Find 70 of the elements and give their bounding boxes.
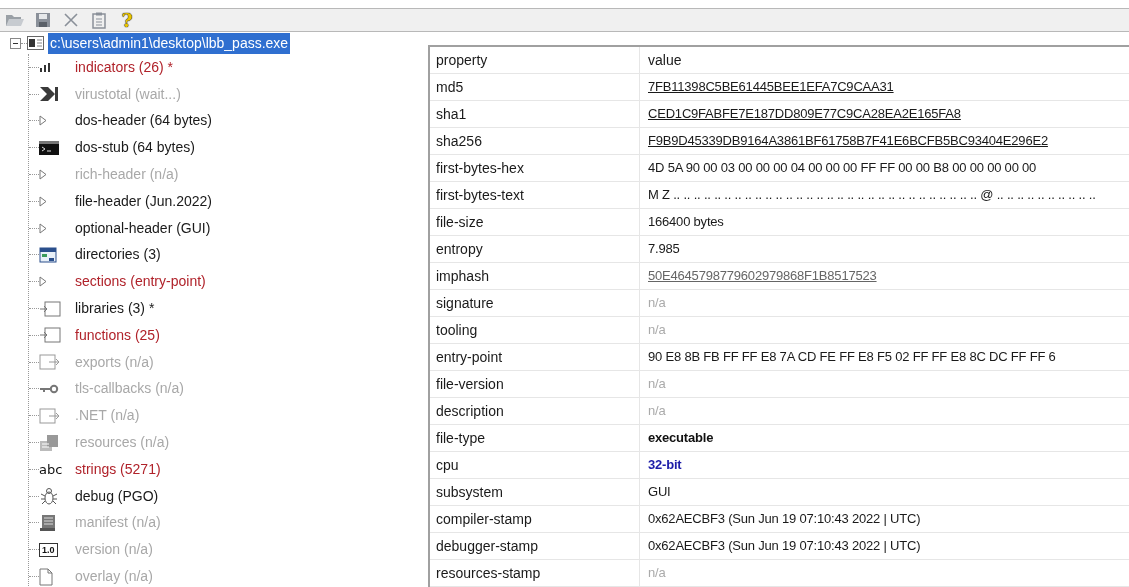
- property-cell: sha256: [430, 128, 640, 154]
- value-cell-text: 166400 bytes: [647, 213, 724, 232]
- tree-item[interactable]: dos-stub (64 bytes): [73, 137, 197, 159]
- property-cell: cpu: [430, 452, 640, 478]
- library-icon: [39, 327, 61, 344]
- tree-root-item[interactable]: c:\users\admin1\desktop\lbb_pass.exe: [48, 32, 291, 54]
- property-cell: signature: [430, 290, 640, 316]
- property-cell: debugger-stamp: [430, 533, 640, 559]
- window-icon: [27, 36, 44, 50]
- value-cell-text: 32-bit: [647, 456, 682, 475]
- triangle-icon: [39, 115, 47, 127]
- column-header[interactable]: value: [640, 49, 682, 71]
- property-cell: first-bytes-hex: [430, 155, 640, 181]
- tree-item[interactable]: directories (3): [73, 244, 163, 266]
- bug-icon: [39, 487, 59, 506]
- value-cell-text: F9B9D45339DB9164A3861BF61758B7F41E6BCFB5BC93404E296E2: [647, 132, 1048, 151]
- tree-item[interactable]: indicators (26) *: [73, 56, 176, 78]
- tree-item[interactable]: functions (25): [73, 324, 162, 346]
- property-cell: first-bytes-text: [430, 182, 640, 208]
- value-cell-text: 50E4645798779602979868F1B8517523: [647, 267, 877, 286]
- triangle-icon: [39, 169, 47, 181]
- triangle-icon: [39, 195, 47, 207]
- value-cell-text: n/a: [647, 375, 666, 394]
- column-header[interactable]: property: [430, 47, 640, 73]
- library-icon: [39, 300, 61, 317]
- value-cell-text: executable: [647, 429, 714, 448]
- property-cell: description: [430, 398, 640, 424]
- triangle-icon: [39, 276, 47, 288]
- property-cell: sha1: [430, 101, 640, 127]
- value-cell-text: n/a: [647, 294, 666, 313]
- value-cell-text: 0x62AECBF3 (Sun Jun 19 07:10:43 2022 | UTC): [647, 537, 921, 556]
- value-cell-text: 4D 5A 90 00 03 00 00 00 04 00 00 00 FF FF 00 00 B8 00 00 00 00 00: [647, 159, 1037, 178]
- collapse-toggle-icon[interactable]: [10, 37, 21, 49]
- value-cell-text: n/a: [647, 321, 666, 340]
- property-cell: imphash: [430, 263, 640, 289]
- property-cell: entropy: [430, 236, 640, 262]
- value-cell-text: GUI: [647, 483, 671, 502]
- abc-icon: abc: [39, 462, 63, 476]
- version-icon: 1.0: [39, 542, 58, 557]
- value-cell-text: M Z .. .. .. .. .. .. .. .. .. .. .. .. .. .. .. .. .. .. .. .. .. .. .. .. .. .. .. .. .. .. @ .. .. .. .. .. .. .. .. .. ..: [647, 186, 1096, 205]
- bar-chart-icon: [39, 62, 53, 73]
- property-cell: md5: [430, 74, 640, 100]
- key-icon: [39, 383, 59, 394]
- tree-item[interactable]: debug (PGO): [73, 485, 161, 507]
- triangle-icon: [39, 222, 47, 234]
- property-cell: tooling: [430, 317, 640, 343]
- tree-item[interactable]: optional-header (GUI): [73, 217, 213, 239]
- value-cell-text: 7FB11398C5BE61445BEE1EFA7C9CAA31: [647, 78, 894, 97]
- property-cell: subsystem: [430, 479, 640, 505]
- tree-item[interactable]: strings (5271): [73, 458, 163, 480]
- property-cell: resources-stamp: [430, 560, 640, 586]
- tree-item[interactable]: sections (entry-point): [73, 271, 208, 293]
- value-cell-text: 7.985: [647, 240, 680, 259]
- property-cell: file-type: [430, 425, 640, 451]
- value-cell-text: 0x62AECBF3 (Sun Jun 19 07:10:43 2022 | UTC): [647, 510, 921, 529]
- value-cell-text: CED1C9FABFE7E187DD809E77C9CA28EA2E165FA8: [647, 105, 961, 124]
- property-cell: entry-point: [430, 344, 640, 370]
- value-cell-text: 90 E8 8B FB FF FF E8 7A CD FE FF E8 F5 02 FF FF E8 8C DC FF FF 6: [647, 348, 1056, 367]
- property-cell: compiler-stamp: [430, 506, 640, 532]
- value-cell-text: n/a: [647, 564, 666, 583]
- value-cell-text: n/a: [647, 402, 666, 421]
- console-icon: [39, 140, 59, 155]
- document-stack-icon: [39, 513, 57, 532]
- property-cell: file-size: [430, 209, 640, 235]
- chevron-flag-icon: [39, 86, 59, 103]
- table-grid-icon: [39, 246, 57, 263]
- tree-item[interactable]: libraries (3) *: [73, 298, 157, 320]
- property-cell: file-version: [430, 371, 640, 397]
- tree-item[interactable]: file-header (Jun.2022): [73, 190, 214, 212]
- tree-item[interactable]: dos-header (64 bytes): [73, 110, 214, 132]
